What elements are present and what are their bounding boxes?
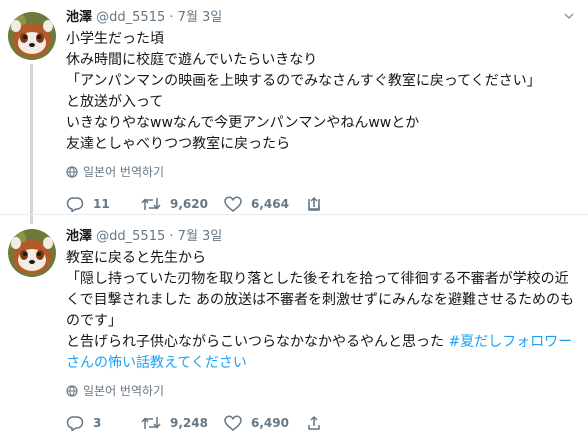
tweet-header: 池澤 @dd_5515 · 7월 3일	[66, 9, 578, 27]
retweet-icon	[141, 417, 161, 429]
tweet[interactable]: 池澤 @dd_5515 · 7월 3일 小学生だった頃 休み時間に校庭で遊んでい…	[0, 0, 588, 224]
display-name[interactable]: 池澤	[66, 229, 92, 244]
tweet-text: 教室に戻ると先生から 「隠し持っていた刃物を取り落とした後それを拾って徘徊する不…	[66, 248, 578, 374]
separator: ·	[169, 10, 174, 25]
tweet-actions: 11 9,620 6,464	[66, 196, 578, 212]
timestamp[interactable]: 7월 3일	[178, 229, 223, 244]
globe-icon	[66, 165, 78, 178]
avatar[interactable]	[8, 12, 56, 60]
reply-count: 3	[93, 416, 102, 430]
share-icon	[308, 415, 320, 430]
tweet-header: 池澤 @dd_5515 · 7월 3일	[66, 228, 578, 246]
retweet-count: 9,620	[170, 197, 208, 211]
tweet-text: 小学生だった頃 休み時間に校庭で遊んでいたらいきなり 「アンパンマンの映画を上映…	[66, 31, 541, 152]
like-count: 6,464	[251, 197, 289, 211]
red-panda-avatar-icon	[8, 12, 56, 60]
translate-label: 일본어 번역하기	[83, 165, 165, 179]
like-button[interactable]: 6,464	[224, 196, 306, 212]
retweet-button[interactable]: 9,620	[141, 196, 224, 212]
avatar[interactable]	[8, 229, 56, 277]
thread-line	[30, 64, 33, 224]
display-name[interactable]: 池澤	[66, 10, 92, 25]
reply-count: 11	[93, 197, 110, 211]
reply-icon	[66, 197, 84, 212]
globe-icon	[66, 384, 78, 397]
reply-button[interactable]: 3	[66, 415, 141, 431]
translate-label: 일본어 번역하기	[83, 384, 165, 398]
chevron-down-icon[interactable]	[564, 11, 574, 21]
handle[interactable]: @dd_5515	[96, 10, 165, 25]
heart-icon	[224, 196, 242, 212]
red-panda-avatar-icon	[8, 229, 56, 277]
tweet-actions: 3 9,248 6,490	[66, 415, 578, 431]
share-button[interactable]	[306, 415, 322, 431]
retweet-icon	[141, 198, 161, 210]
separator: ·	[169, 229, 174, 244]
translate-link[interactable]: 일본어 번역하기	[66, 163, 578, 180]
retweet-button[interactable]: 9,248	[141, 415, 224, 431]
reply-icon	[66, 416, 84, 431]
heart-icon	[224, 415, 242, 431]
share-button[interactable]	[306, 196, 322, 212]
retweet-count: 9,248	[170, 416, 208, 430]
like-button[interactable]: 6,490	[224, 415, 306, 431]
share-icon	[308, 196, 320, 211]
translate-link[interactable]: 일본어 번역하기	[66, 382, 578, 399]
reply-button[interactable]: 11	[66, 196, 141, 212]
handle[interactable]: @dd_5515	[96, 229, 165, 244]
timestamp[interactable]: 7월 3일	[178, 10, 223, 25]
like-count: 6,490	[251, 416, 289, 430]
tweet[interactable]: 池澤 @dd_5515 · 7월 3일 教室に戻ると先生から 「隠し持っていた刃…	[0, 214, 588, 431]
